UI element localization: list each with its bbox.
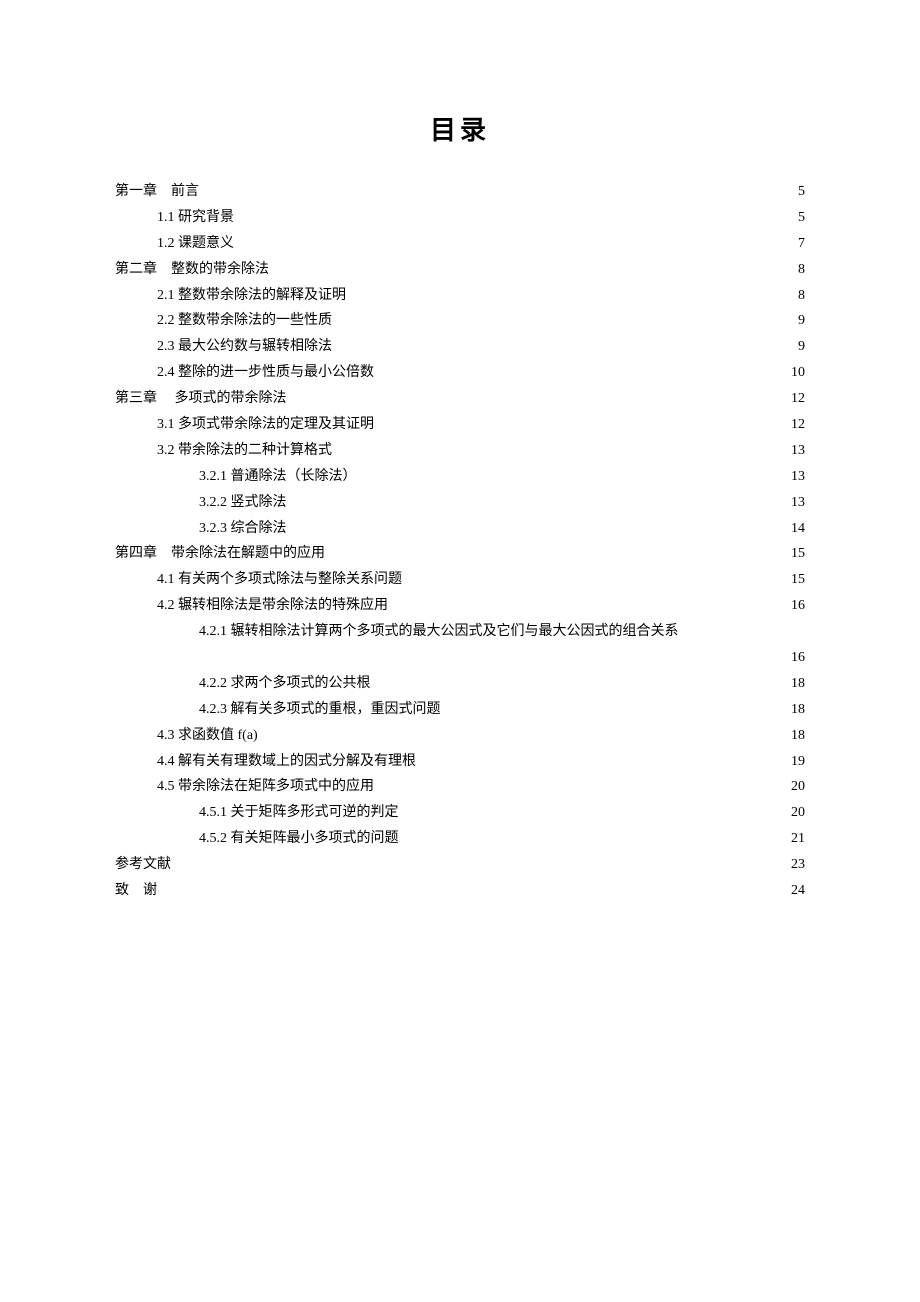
toc-entry: 第四章 带余除法在解题中的应用 15 — [115, 541, 805, 567]
toc-entry-page: 14 — [787, 516, 805, 542]
toc-entry-label: 4.3 求函数值 f(a) — [157, 723, 258, 749]
toc-entry-label: 1.2 课题意义 — [157, 231, 234, 257]
toc-entry-label: 4.5 带余除法在矩阵多项式中的应用 — [157, 774, 374, 800]
toc-entry: 4.5.2 有关矩阵最小多项式的问题 21 — [115, 826, 805, 852]
toc-entry: 4.1 有关两个多项式除法与整除关系问题 15 — [115, 567, 805, 593]
toc-entry-page: 18 — [787, 697, 805, 723]
toc-entry-page: 24 — [787, 878, 805, 904]
toc-title: 目录 — [115, 110, 805, 147]
toc-entry-label: 第三章 多项式的带余除法 — [115, 386, 287, 412]
toc-entry-label: 4.2.1 辗转相除法计算两个多项式的最大公因式及它们与最大公因式的组合关系 — [199, 619, 679, 645]
toc-entry-label: 第四章 带余除法在解题中的应用 — [115, 541, 325, 567]
toc-entry-page: 18 — [787, 671, 805, 697]
toc-entry: 第一章 前言 5 — [115, 179, 805, 205]
toc-entry: 3.2.3 综合除法 14 — [115, 516, 805, 542]
toc-entry-label: 3.2.1 普通除法（长除法） — [199, 464, 357, 490]
toc-entry-label: 致 谢 — [115, 878, 157, 904]
toc-entry-page: 8 — [787, 283, 805, 309]
toc-entry-page: 5 — [787, 179, 805, 205]
toc-entry-page: 5 — [787, 205, 805, 231]
toc-entry-label: 3.2 带余除法的二种计算格式 — [157, 438, 332, 464]
toc-entry: 4.2.1 辗转相除法计算两个多项式的最大公因式及它们与最大公因式的组合关系 — [115, 619, 805, 645]
toc-entry-label: 4.2 辗转相除法是带余除法的特殊应用 — [157, 593, 388, 619]
toc-entry: 3.2.2 竖式除法 13 — [115, 490, 805, 516]
toc-entry-label: 参考文献 — [115, 852, 171, 878]
toc-list: 第一章 前言51.1 研究背景51.2 课题意义7第二章 整数的带余除法82.1… — [115, 179, 805, 904]
toc-entry-page: 20 — [787, 774, 805, 800]
toc-entry-label: 2.4 整除的进一步性质与最小公倍数 — [157, 360, 374, 386]
toc-entry-page: 15 — [787, 541, 805, 567]
toc-entry-page: 13 — [787, 438, 805, 464]
toc-entry: 2.4 整除的进一步性质与最小公倍数 10 — [115, 360, 805, 386]
toc-entry-label: 4.1 有关两个多项式除法与整除关系问题 — [157, 567, 402, 593]
toc-entry-page: 9 — [787, 308, 805, 334]
toc-entry-page: 13 — [787, 464, 805, 490]
toc-entry-page: 12 — [787, 386, 805, 412]
toc-entry-label: 第一章 前言 — [115, 179, 199, 205]
toc-entry: 1.1 研究背景 5 — [115, 205, 805, 231]
toc-entry: 4.2 辗转相除法是带余除法的特殊应用 16 — [115, 593, 805, 619]
toc-entry-page: 10 — [787, 360, 805, 386]
toc-entry-page: 15 — [787, 567, 805, 593]
toc-entry-page: 16 — [787, 645, 805, 671]
toc-entry-label: 4.2.2 求两个多项式的公共根 — [199, 671, 371, 697]
toc-entry: 16 — [115, 645, 805, 671]
toc-entry: 致 谢 24 — [115, 878, 805, 904]
toc-entry: 3.1 多项式带余除法的定理及其证明 12 — [115, 412, 805, 438]
toc-entry: 4.2.2 求两个多项式的公共根 18 — [115, 671, 805, 697]
toc-entry: 第二章 整数的带余除法 8 — [115, 257, 805, 283]
toc-entry-page: 16 — [787, 593, 805, 619]
toc-entry: 1.2 课题意义 7 — [115, 231, 805, 257]
toc-entry-page: 20 — [787, 800, 805, 826]
toc-entry-page: 7 — [787, 231, 805, 257]
toc-entry-page: 18 — [787, 723, 805, 749]
toc-entry-label: 4.5.2 有关矩阵最小多项式的问题 — [199, 826, 399, 852]
toc-entry-label: 4.5.1 关于矩阵多形式可逆的判定 — [199, 800, 399, 826]
toc-entry: 4.4 解有关有理数域上的因式分解及有理根 19 — [115, 749, 805, 775]
toc-entry-label: 3.1 多项式带余除法的定理及其证明 — [157, 412, 374, 438]
toc-entry-page: 21 — [787, 826, 805, 852]
toc-entry: 4.5.1 关于矩阵多形式可逆的判定 20 — [115, 800, 805, 826]
toc-entry-page: 12 — [787, 412, 805, 438]
toc-entry: 2.1 整数带余除法的解释及证明 8 — [115, 283, 805, 309]
toc-entry: 第三章 多项式的带余除法 12 — [115, 386, 805, 412]
toc-entry: 4.5 带余除法在矩阵多项式中的应用 20 — [115, 774, 805, 800]
toc-entry: 参考文献 23 — [115, 852, 805, 878]
toc-entry-page: 9 — [787, 334, 805, 360]
toc-entry-label: 2.3 最大公约数与辗转相除法 — [157, 334, 332, 360]
toc-entry-page: 8 — [787, 257, 805, 283]
toc-entry-page: 19 — [787, 749, 805, 775]
toc-entry: 3.2 带余除法的二种计算格式 13 — [115, 438, 805, 464]
toc-entry: 3.2.1 普通除法（长除法） 13 — [115, 464, 805, 490]
toc-entry-page: 13 — [787, 490, 805, 516]
toc-entry-page: 23 — [787, 852, 805, 878]
toc-entry: 2.3 最大公约数与辗转相除法 9 — [115, 334, 805, 360]
toc-entry-label: 3.2.2 竖式除法 — [199, 490, 287, 516]
toc-entry: 4.2.3 解有关多项式的重根，重因式问题 18 — [115, 697, 805, 723]
toc-entry-label: 第二章 整数的带余除法 — [115, 257, 269, 283]
toc-entry-label: 4.4 解有关有理数域上的因式分解及有理根 — [157, 749, 416, 775]
toc-entry-label: 1.1 研究背景 — [157, 205, 234, 231]
toc-entry: 4.3 求函数值 f(a) 18 — [115, 723, 805, 749]
toc-entry-label: 3.2.3 综合除法 — [199, 516, 287, 542]
toc-entry-label: 4.2.3 解有关多项式的重根，重因式问题 — [199, 697, 441, 723]
toc-entry-label: 2.2 整数带余除法的一些性质 — [157, 308, 332, 334]
toc-entry-label: 2.1 整数带余除法的解释及证明 — [157, 283, 346, 309]
toc-entry: 2.2 整数带余除法的一些性质 9 — [115, 308, 805, 334]
